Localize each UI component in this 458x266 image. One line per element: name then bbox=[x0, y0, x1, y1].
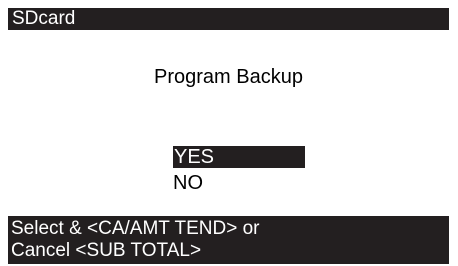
option-no-label: NO bbox=[173, 172, 203, 194]
dialog-title: Program Backup bbox=[154, 66, 303, 88]
screen-title: SDcard bbox=[12, 8, 76, 29]
option-yes[interactable]: YES bbox=[173, 146, 305, 168]
option-yes-label: YES bbox=[174, 146, 215, 168]
title-bar: SDcard bbox=[8, 8, 449, 30]
status-instruction-cancel: Cancel <SUB TOTAL> bbox=[11, 240, 202, 261]
status-instruction-select: Select & <CA/AMT TEND> or bbox=[11, 218, 260, 239]
status-bar: Select & <CA/AMT TEND> or Cancel <SUB TO… bbox=[8, 216, 449, 264]
option-no[interactable]: NO bbox=[173, 171, 203, 195]
lcd-screen: SDcard Program Backup YES NO Select & <C… bbox=[8, 8, 449, 264]
